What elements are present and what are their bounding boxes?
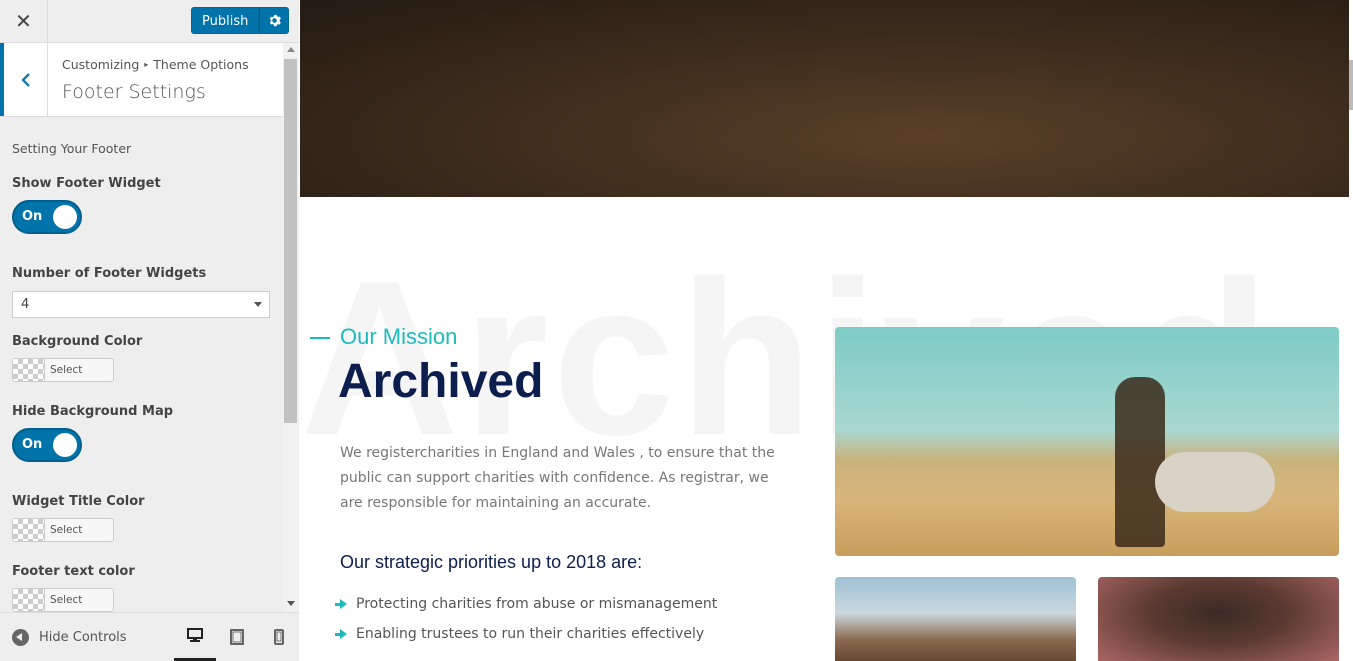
widget-title-color-label: Widget Title Color <box>12 494 145 509</box>
controls-panel: Setting Your Footer Show Footer Widget O… <box>0 118 283 612</box>
preview-desktop-button[interactable] <box>174 613 216 661</box>
mission-photo-child <box>1098 577 1339 661</box>
color-swatch <box>13 589 45 611</box>
breadcrumb: Customizing ▸ Theme Options <box>62 57 249 72</box>
customizer-sidebar: ✕ Publish Customizing ▸ Theme Options Foot… <box>0 0 299 661</box>
photo-figure <box>1115 377 1165 547</box>
select-color-label: Select Color <box>49 364 83 376</box>
background-color-label: Background Color <box>12 334 143 349</box>
mission-dash-decoration <box>310 337 330 339</box>
section-paragraph: We registercharities in England and Wale… <box>340 445 775 511</box>
preview-scrollbar-thumb[interactable] <box>1349 60 1353 110</box>
close-customizer-button[interactable]: ✕ <box>0 0 48 42</box>
mission-photo-women <box>835 577 1076 661</box>
hide-controls-button[interactable]: Hide Controls <box>12 629 127 646</box>
section-title: Footer Settings <box>62 81 206 103</box>
section-description: Setting Your Footer <box>12 141 132 156</box>
show-footer-widget-label: Show Footer Widget <box>12 176 161 191</box>
customizer-header: ✕ Publish <box>0 0 299 43</box>
close-icon: ✕ <box>15 9 32 33</box>
site-preview: Archived Our Mission Archived We registe… <box>300 0 1353 661</box>
priority-item: Protecting charities from abuse or misma… <box>335 596 718 612</box>
toggle-knob <box>53 205 77 229</box>
scroll-up-icon[interactable] <box>287 47 295 52</box>
arrow-right-icon <box>335 629 347 639</box>
back-button[interactable] <box>0 43 48 116</box>
desktop-icon <box>187 628 203 642</box>
footer-text-color-label: Footer text color <box>12 564 135 579</box>
show-footer-widget-toggle[interactable]: On <box>12 200 82 234</box>
scrollbar-thumb[interactable] <box>284 59 297 423</box>
collapse-icon <box>12 629 29 646</box>
select-color-label: Select Color <box>49 524 83 536</box>
customizer-footer: Hide Controls <box>0 612 299 661</box>
hide-background-map-toggle[interactable]: On <box>12 428 82 462</box>
photo-donkey <box>1155 452 1275 512</box>
color-swatch <box>13 519 45 541</box>
breadcrumb-separator-icon: ▸ <box>144 60 149 69</box>
sidebar-scrollbar[interactable] <box>283 43 299 612</box>
preview-tablet-button[interactable] <box>216 613 258 661</box>
gear-icon <box>269 14 281 27</box>
chevron-left-icon <box>20 72 30 87</box>
chevron-down-icon <box>254 302 262 307</box>
section-header: Customizing ▸ Theme Options Footer Setting… <box>0 43 283 117</box>
number-of-footer-widgets-select[interactable]: 4 <box>12 291 270 318</box>
arrow-right-icon <box>335 599 347 609</box>
publish-settings-button[interactable] <box>259 7 290 34</box>
priority-item: Enabling trustees to run their charities… <box>335 626 705 642</box>
hide-controls-label: Hide Controls <box>39 630 127 645</box>
priority-text: Protecting charities from abuse or misma… <box>356 596 718 612</box>
section-heading: Archived <box>338 355 544 408</box>
widget-title-color-picker[interactable]: Select Color <box>12 518 114 542</box>
scroll-down-icon[interactable] <box>287 601 295 606</box>
hide-background-map-label: Hide Background Map <box>12 404 174 419</box>
publish-button[interactable]: Publish <box>191 7 260 34</box>
toggle-state: On <box>22 209 43 224</box>
preview-scrollbar[interactable] <box>1349 0 1353 661</box>
select-value: 4 <box>21 297 30 312</box>
priority-text: Enabling trustees to run their charities… <box>356 626 705 642</box>
breadcrumb-root: Customizing <box>62 57 140 72</box>
section-subtitle: Our Mission <box>340 324 458 349</box>
footer-text-color-picker[interactable]: Select Color <box>12 588 114 612</box>
publish-group: Publish <box>191 7 290 34</box>
hero-image <box>300 0 1349 197</box>
background-color-picker[interactable]: Select Color <box>12 358 114 382</box>
priorities-title: Our strategic priorities up to 2018 are: <box>340 552 643 572</box>
toggle-knob <box>53 433 77 457</box>
breadcrumb-current: Theme Options <box>153 57 249 72</box>
preview-mobile-button[interactable] <box>258 613 300 661</box>
mission-photo-main <box>835 327 1339 556</box>
number-of-footer-widgets-label: Number of Footer Widgets <box>12 266 207 281</box>
toggle-state: On <box>22 437 43 452</box>
select-color-label: Select Color <box>49 594 83 606</box>
mobile-icon <box>274 629 284 645</box>
tablet-icon <box>230 629 244 645</box>
color-swatch <box>13 359 45 381</box>
